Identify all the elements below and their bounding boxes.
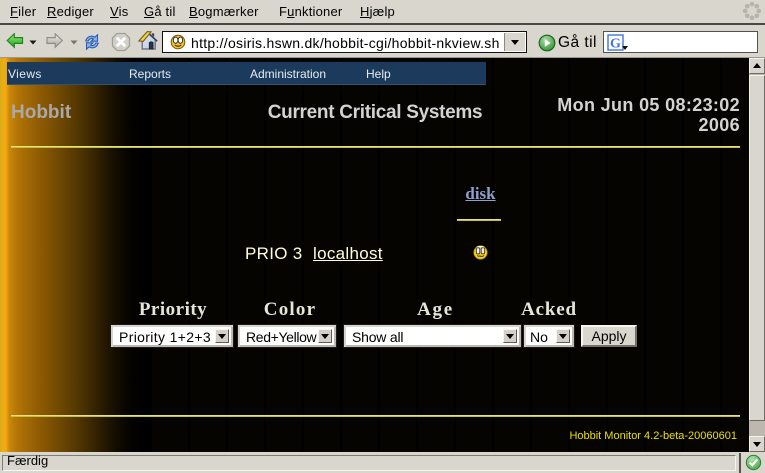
svg-text:G: G: [610, 37, 621, 52]
